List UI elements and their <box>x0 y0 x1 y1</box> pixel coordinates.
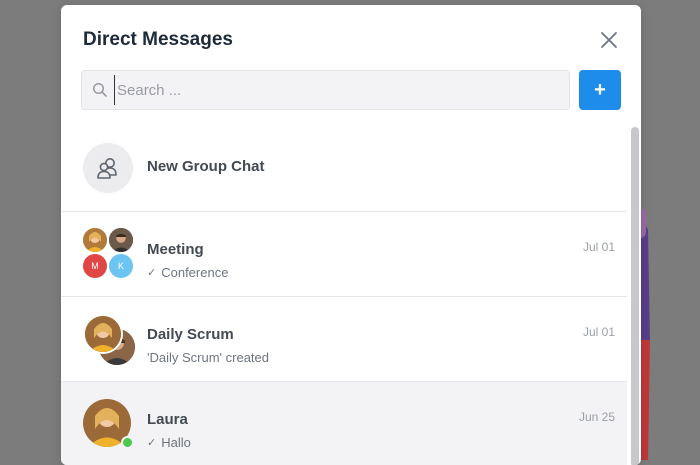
group-icon <box>83 143 133 193</box>
conversation-name: Meeting <box>147 241 204 258</box>
scrollbar[interactable] <box>631 127 639 465</box>
conversation-list: New Group Chat M K Meeting ✓ Conference … <box>61 125 627 465</box>
online-status-indicator <box>121 436 134 449</box>
close-icon <box>601 32 617 48</box>
add-conversation-button[interactable]: + <box>579 70 621 110</box>
avatar-initial-m: M <box>83 254 107 278</box>
last-message: 'Daily Scrum' created <box>147 350 269 365</box>
avatar <box>83 314 123 354</box>
check-icon: ✓ <box>147 437 157 449</box>
check-icon: ✓ <box>147 267 157 279</box>
conversation-date: Jul 01 <box>582 240 615 254</box>
search-input[interactable] <box>114 75 557 105</box>
conversation-name: Laura <box>147 411 188 428</box>
initial-letter: M <box>91 261 99 271</box>
conversation-item-laura[interactable]: Laura ✓ Hallo Jun 25 <box>61 382 627 465</box>
conversation-item-meeting[interactable]: M K Meeting ✓ Conference Jul 01 <box>61 212 627 297</box>
modal-title: Direct Messages <box>83 29 233 50</box>
last-message-text: Conference <box>161 265 229 280</box>
search-icon <box>92 82 108 98</box>
conversation-date: Jun 25 <box>578 410 615 424</box>
initial-letter: K <box>117 261 124 271</box>
conversation-date: Jul 01 <box>582 325 615 339</box>
avatar <box>83 228 107 252</box>
conversation-item-daily-scrum[interactable]: Daily Scrum 'Daily Scrum' created Jul 01 <box>61 297 627 382</box>
last-message: ✓ Hallo <box>147 435 191 450</box>
close-button[interactable] <box>598 29 620 51</box>
last-message-text: Hallo <box>161 435 191 450</box>
avatar-initial-k: K <box>109 254 133 278</box>
new-group-chat-label: New Group Chat <box>147 158 265 175</box>
search-box[interactable] <box>81 70 570 110</box>
new-group-chat-item[interactable]: New Group Chat <box>61 125 627 212</box>
conversation-name: Daily Scrum <box>147 326 234 343</box>
direct-messages-modal: Direct Messages + New <box>61 5 641 465</box>
avatar <box>109 228 133 252</box>
last-message: ✓ Conference <box>147 265 228 280</box>
last-message-text: 'Daily Scrum' created <box>147 350 270 365</box>
